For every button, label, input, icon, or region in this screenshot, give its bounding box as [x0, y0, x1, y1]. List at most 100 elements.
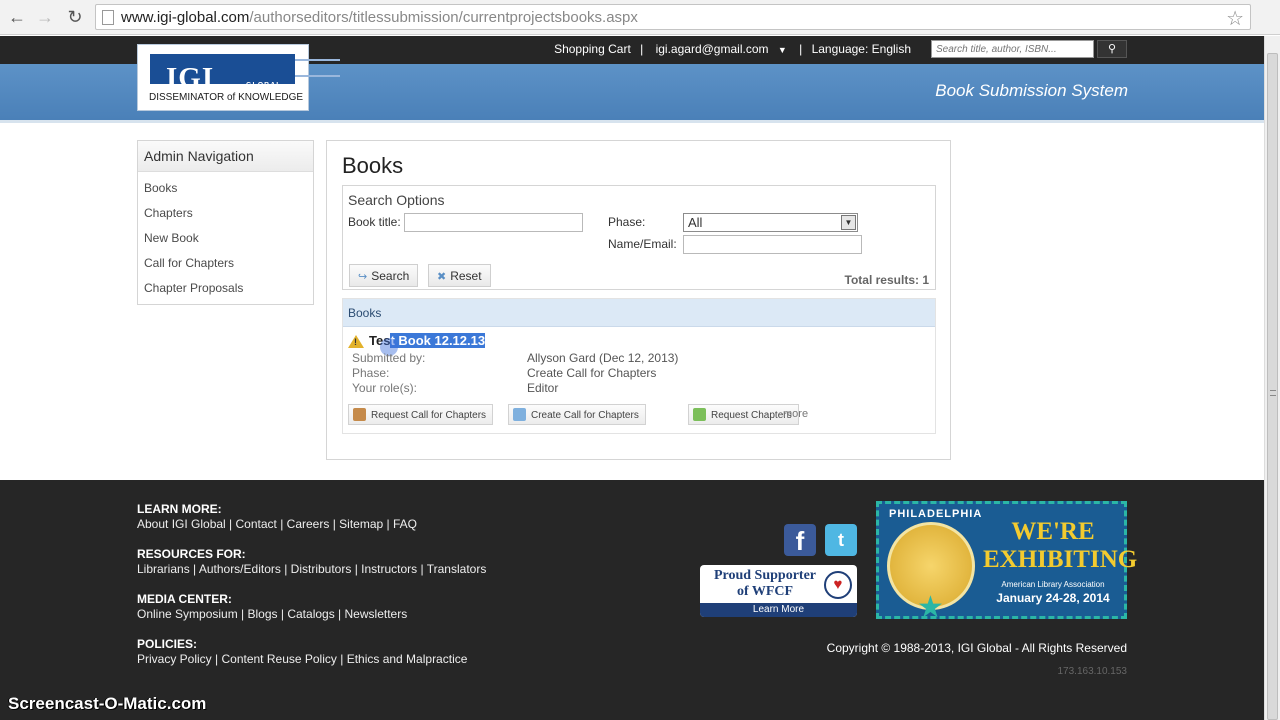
submitted-by-value: Allyson Gard (Dec 12, 2013): [527, 351, 679, 365]
submitted-by-label: Submitted by:: [352, 351, 426, 365]
page-arrow-icon: [693, 408, 706, 421]
topbar-separator: |: [640, 42, 644, 56]
grip-icon: [1270, 390, 1276, 396]
footer-link[interactable]: Ethics and Malpractice: [347, 652, 468, 666]
phase-row-label: Phase:: [352, 366, 390, 380]
footer-link[interactable]: FAQ: [393, 517, 417, 531]
name-email-label: Name/Email:: [608, 237, 677, 251]
wfcf-line1: Proud Supporter: [713, 568, 817, 583]
admin-navigation: Admin Navigation Books Chapters New Book…: [137, 140, 314, 305]
page-icon: [102, 10, 114, 25]
footer-link[interactable]: Contact: [236, 517, 277, 531]
search-button[interactable]: ↪ Search: [349, 264, 419, 287]
search-icon[interactable]: ⚲: [1097, 40, 1127, 58]
book-title-selected: t Book 12.12.13: [390, 333, 486, 348]
banner-title: Book Submission System: [935, 81, 1128, 100]
wfcf-line2: of WFCF: [736, 584, 794, 599]
logo-tagline: DISSEMINATOR of KNOWLEDGE: [149, 92, 304, 103]
footer-link[interactable]: Authors/Editors: [199, 562, 281, 576]
language-selector[interactable]: Language: English: [812, 42, 911, 56]
reload-icon[interactable]: ↻: [64, 6, 86, 28]
role-value: Editor: [527, 381, 559, 395]
footer-link[interactable]: Instructors: [361, 562, 417, 576]
footer-link[interactable]: Distributors: [291, 562, 352, 576]
heart-icon: ♥: [824, 571, 852, 599]
url-text[interactable]: www.igi-global.com/authorseditors/titles…: [121, 9, 638, 26]
browser-toolbar: ← → ↻ www.igi-global.com/authorseditors/…: [0, 0, 1280, 35]
sidebar-item-call-for-chapters[interactable]: Call for Chapters: [138, 256, 313, 281]
reset-button[interactable]: ✖ Reset: [428, 264, 491, 287]
results-list: Books ! Test Book 12.12.13 Submitted by:…: [342, 298, 936, 434]
sidebar-item-new-book[interactable]: New Book: [138, 231, 313, 256]
footer-link[interactable]: Careers: [287, 517, 330, 531]
footer-link[interactable]: About IGI Global: [137, 517, 226, 531]
logo-brand: IGI: [166, 62, 215, 94]
reset-button-label: Reset: [450, 269, 482, 283]
twitter-icon[interactable]: t: [825, 524, 857, 556]
topbar-links: Shopping Cart | igi.agard@gmail.com ▼ | …: [551, 42, 914, 56]
name-email-input[interactable]: [683, 235, 862, 254]
document-icon: [513, 408, 526, 421]
footer-link[interactable]: Online Symposium: [137, 607, 238, 621]
exhibit-headline-1: WE'RE: [1011, 518, 1095, 545]
footer-link[interactable]: Blogs: [248, 607, 278, 621]
star-icon[interactable]: ☆: [1226, 6, 1244, 31]
footer-heading-resources: RESOURCES FOR:: [137, 547, 246, 561]
watermark: Screencast-O-Matic.com: [8, 694, 207, 713]
logo-brand-suffix: GLOBAL: [246, 82, 282, 89]
topbar-separator: |: [799, 42, 803, 56]
footer-links-policies: Privacy Policy | Content Reuse Policy | …: [137, 652, 468, 666]
action-label: Request Chapters: [711, 410, 792, 421]
footer-links-media-center: Online Symposium | Blogs | Catalogs | Ne…: [137, 607, 408, 621]
address-bar[interactable]: www.igi-global.com/authorseditors/titles…: [95, 4, 1251, 30]
wfcf-badge[interactable]: Proud Supporter of WFCF ♥ Learn More: [700, 565, 857, 617]
chevron-down-icon: ▼: [777, 45, 787, 55]
exhibit-dates: January 24-28, 2014: [996, 591, 1110, 605]
back-arrow-icon[interactable]: ←: [6, 6, 28, 28]
footer-link[interactable]: Catalogs: [287, 607, 334, 621]
page-title: Books: [342, 153, 404, 178]
books-panel: Books Search Options Book title: Phase: …: [326, 140, 951, 460]
banner-divider: [0, 120, 1264, 123]
url-host: www.igi-global.com: [121, 9, 250, 26]
warning-mark: !: [354, 337, 357, 347]
copyright-text: Copyright © 1988-2013, IGI Global - All …: [826, 641, 1127, 655]
footer-link[interactable]: Sitemap: [339, 517, 383, 531]
scrollbar-thumb[interactable]: [1267, 53, 1278, 720]
footer-link[interactable]: Content Reuse Policy: [221, 652, 336, 666]
ala-exhibiting-badge[interactable]: PHILADELPHIA ★ WE'RE EXHIBITING American …: [876, 501, 1138, 624]
user-menu[interactable]: igi.agard@gmail.com ▼: [653, 42, 790, 56]
star-icon: ★: [917, 591, 944, 624]
action-label: Create Call for Chapters: [531, 410, 639, 421]
site-search-input[interactable]: [931, 40, 1094, 58]
vertical-scrollbar[interactable]: [1264, 36, 1280, 720]
forward-arrow-icon[interactable]: →: [34, 6, 56, 28]
wfcf-learn-more[interactable]: Learn More: [700, 603, 857, 617]
sidebar-item-chapter-proposals[interactable]: Chapter Proposals: [138, 281, 313, 306]
footer-link[interactable]: Librarians: [137, 562, 190, 576]
more-link[interactable]: more: [783, 408, 808, 420]
shopping-cart-link[interactable]: Shopping Cart: [554, 42, 631, 56]
book-title-label: Book title:: [348, 215, 401, 229]
sidebar-item-chapters[interactable]: Chapters: [138, 206, 313, 231]
chevron-down-icon: ▼: [841, 215, 856, 230]
request-call-for-chapters-button[interactable]: Request Call for Chapters: [348, 404, 494, 425]
footer-link[interactable]: Newsletters: [345, 607, 408, 621]
phase-select-value: All: [688, 215, 703, 230]
create-call-for-chapters-button[interactable]: Create Call for Chapters: [508, 404, 646, 425]
search-options: Search Options Book title: Phase: All ▼ …: [342, 185, 936, 290]
exhibit-headline-2: EXHIBITING: [983, 546, 1138, 573]
url-path: /authorseditors/titlessubmission/current…: [249, 9, 638, 26]
sidebar-item-books[interactable]: Books: [138, 181, 313, 206]
exhibit-headline: WE'RE EXHIBITING: [983, 518, 1138, 574]
close-icon: ✖: [437, 271, 447, 283]
book-title-input[interactable]: [404, 213, 583, 232]
facebook-icon[interactable]: f: [784, 524, 816, 556]
phase-label: Phase:: [608, 215, 646, 229]
phase-select[interactable]: All ▼: [683, 213, 858, 232]
footer-link[interactable]: Privacy Policy: [137, 652, 212, 666]
ip-address: 173.163.10.153: [1057, 666, 1127, 677]
footer-link[interactable]: Translators: [427, 562, 487, 576]
sidebar-title: Admin Navigation: [138, 141, 313, 172]
site-logo[interactable]: IGI GLOBAL DISSEMINATOR of KNOWLEDGE: [137, 44, 340, 111]
